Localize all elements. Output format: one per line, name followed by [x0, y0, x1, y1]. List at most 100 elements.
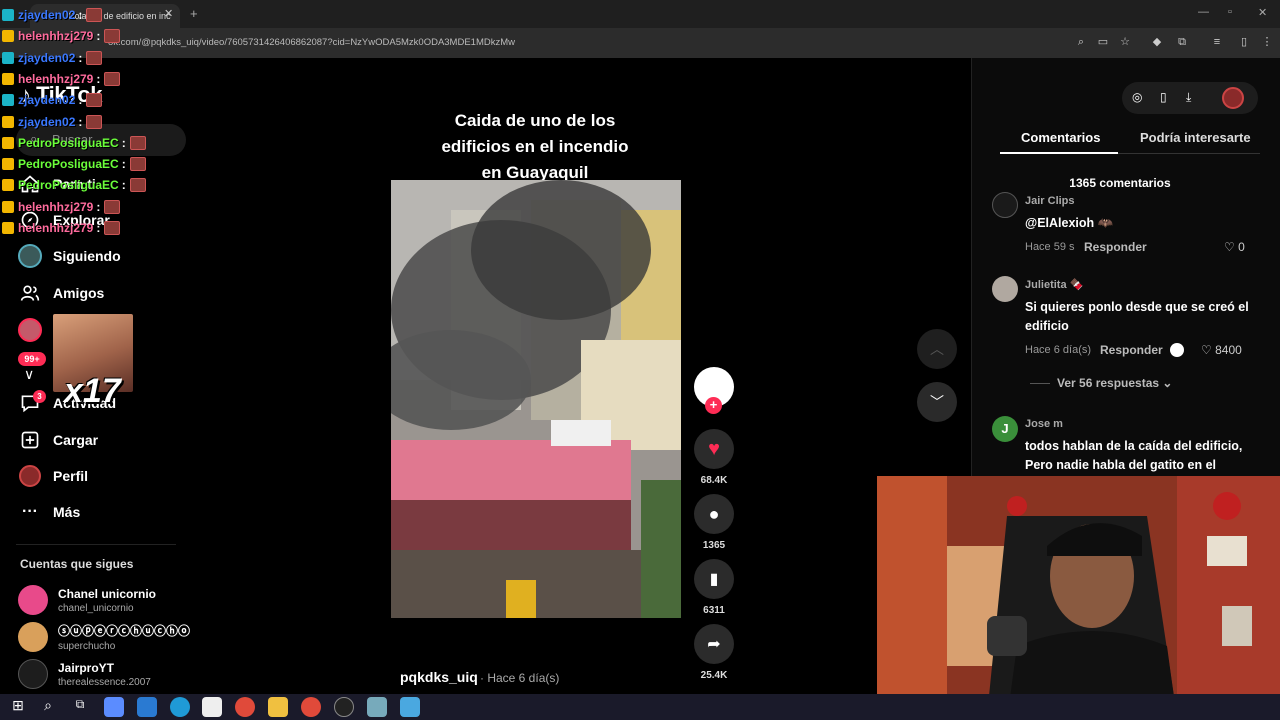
sidepanel-icon[interactable]: ▯: [1237, 35, 1251, 49]
comment-button[interactable]: ●: [694, 494, 734, 534]
url-field[interactable]: ok.com/@pqkdks_uiq/video/760573142640686…: [108, 35, 1058, 51]
comment-user[interactable]: Jose m: [1025, 418, 1063, 430]
moderator-badge-icon: [2, 51, 14, 64]
chat-emote: [104, 199, 121, 214]
notification-badge: 99+: [18, 352, 46, 366]
store-icon[interactable]: [202, 697, 222, 717]
chat-text: :: [121, 135, 126, 150]
follow-plus-icon[interactable]: +: [705, 397, 722, 414]
chat-emote: [129, 135, 146, 150]
subscriber-badge-icon: [2, 136, 14, 149]
autoscroll-icon[interactable]: ◎: [1132, 90, 1142, 104]
sidebar-item-following[interactable]: Siguiendo: [18, 242, 121, 270]
chrome-active-icon[interactable]: [301, 697, 321, 717]
followed-account[interactable]: JairproYT therealessence.2007: [18, 657, 151, 691]
active-tab-indicator: [1000, 152, 1118, 154]
menu-icon[interactable]: ⋮: [1260, 35, 1274, 49]
sidebar-item-live[interactable]: [18, 316, 53, 344]
comment-text: todos hablan de la caída del edificio, P…: [1025, 439, 1243, 472]
share-button[interactable]: ➦: [694, 624, 734, 664]
comment-user[interactable]: Julietita 🍫: [1025, 278, 1083, 291]
app-icon[interactable]: [137, 697, 157, 717]
chat-username: helenhhzj279: [18, 199, 94, 214]
chat-message: helenhhzj279:: [2, 70, 121, 88]
avatar: [18, 622, 48, 652]
cast-icon[interactable]: ▭: [1096, 35, 1110, 49]
avatar[interactable]: J: [992, 416, 1018, 442]
live-icon: [18, 318, 42, 342]
like-button[interactable]: ♥: [694, 429, 734, 469]
copilot-icon[interactable]: [104, 697, 124, 717]
reply-button[interactable]: Responder: [1084, 240, 1147, 254]
extension-icon[interactable]: ◆: [1150, 35, 1164, 49]
search-icon[interactable]: ⌕: [38, 697, 58, 717]
followed-account[interactable]: Chanel unicornio chanel_unicornio: [18, 583, 156, 617]
app-icon[interactable]: [367, 697, 387, 717]
comment-like-button[interactable]: ♡ 0: [1224, 240, 1245, 254]
download-icon[interactable]: ⤓: [1186, 90, 1191, 105]
comment-like-button[interactable]: ♡ 8400: [1201, 343, 1242, 357]
media-icon[interactable]: ≡: [1210, 35, 1224, 49]
video-author[interactable]: pqkdks_uiq: [400, 669, 478, 685]
app-icon[interactable]: [400, 697, 420, 717]
chat-username: PedroPosliguaEC: [18, 135, 119, 150]
folder-icon[interactable]: [268, 697, 288, 717]
sidebar-item-upload[interactable]: Cargar: [18, 426, 98, 454]
sidebar-item-friends[interactable]: Amigos: [18, 279, 104, 307]
chat-text: :: [78, 93, 83, 108]
video-posted-time: · Hace 6 día(s): [480, 671, 560, 685]
windows-start-icon[interactable]: ⊞: [8, 697, 28, 717]
chat-emote: [86, 8, 103, 22]
tab-comments[interactable]: Comentarios: [1021, 130, 1100, 145]
avatar[interactable]: [1222, 87, 1244, 109]
tab-related[interactable]: Podría interesarte: [1140, 130, 1251, 145]
chat-message: PedroPosliguaEC:: [2, 155, 146, 173]
chat-text: :: [96, 199, 101, 214]
chat-text: :: [78, 114, 83, 129]
view-replies-button[interactable]: Ver 56 respuestas ⌄: [1057, 376, 1172, 390]
zoom-icon[interactable]: ⌕: [1074, 35, 1088, 49]
chat-text: :: [121, 157, 126, 172]
comment-count: 1365: [702, 540, 726, 551]
puzzle-icon[interactable]: ⧉: [1175, 35, 1189, 49]
task-view-icon[interactable]: ⧉: [70, 697, 90, 717]
edge-icon[interactable]: [170, 697, 190, 717]
previous-video-button[interactable]: ︿: [917, 329, 957, 369]
chevron-down-icon: ﹀: [930, 394, 944, 410]
maximize-icon[interactable]: ▫: [1228, 6, 1232, 18]
avatar[interactable]: [992, 276, 1018, 302]
save-count: 6311: [703, 605, 725, 616]
chevron-up-icon: ︿: [930, 341, 944, 357]
bookmark-icon: ▮: [709, 571, 719, 588]
subscriber-badge-icon: [2, 200, 14, 213]
plus-icon[interactable]: +: [190, 6, 198, 21]
video-player[interactable]: [391, 180, 681, 618]
chat-text: :: [96, 221, 101, 235]
avatar[interactable]: [992, 192, 1018, 218]
friends-icon: [18, 281, 42, 305]
reply-button[interactable]: Responder: [1100, 343, 1163, 357]
moderator-badge-icon: [2, 94, 14, 107]
next-video-button[interactable]: ﹀: [917, 382, 957, 422]
sidebar-item-profile[interactable]: Perfil: [18, 462, 88, 490]
obs-icon[interactable]: [334, 697, 354, 717]
subscriber-badge-icon: [2, 222, 14, 234]
comment-user[interactable]: Jair Clips: [1025, 195, 1075, 207]
chat-emote: [129, 157, 146, 172]
video-caption: Caida de uno de los edificios en el ince…: [441, 111, 629, 182]
minimize-icon[interactable]: —: [1198, 6, 1209, 18]
close-tab-icon[interactable]: ✕: [164, 7, 173, 20]
bookmark-star-icon[interactable]: ☆: [1118, 35, 1132, 49]
sidebar-item-more[interactable]: ··· Más: [18, 498, 80, 526]
like-count: 68.4K: [700, 475, 728, 486]
phone-icon[interactable]: ▯: [1160, 90, 1167, 104]
chat-emote: [129, 178, 146, 193]
chat-username: PedroPosliguaEC: [18, 157, 119, 172]
close-window-icon[interactable]: ✕: [1258, 6, 1267, 19]
chat-message: PedroPosliguaEC:: [2, 134, 146, 152]
save-button[interactable]: ▮: [694, 559, 734, 599]
followed-account[interactable]: ⓢⓤⓟⓔⓡⓒⓗⓤⓒⓗⓞ superchucho: [18, 620, 190, 654]
chat-username: zjayden02: [18, 114, 76, 129]
chrome-icon[interactable]: [235, 697, 255, 717]
video-tools: ◎ ▯ ⤓: [1122, 82, 1258, 114]
